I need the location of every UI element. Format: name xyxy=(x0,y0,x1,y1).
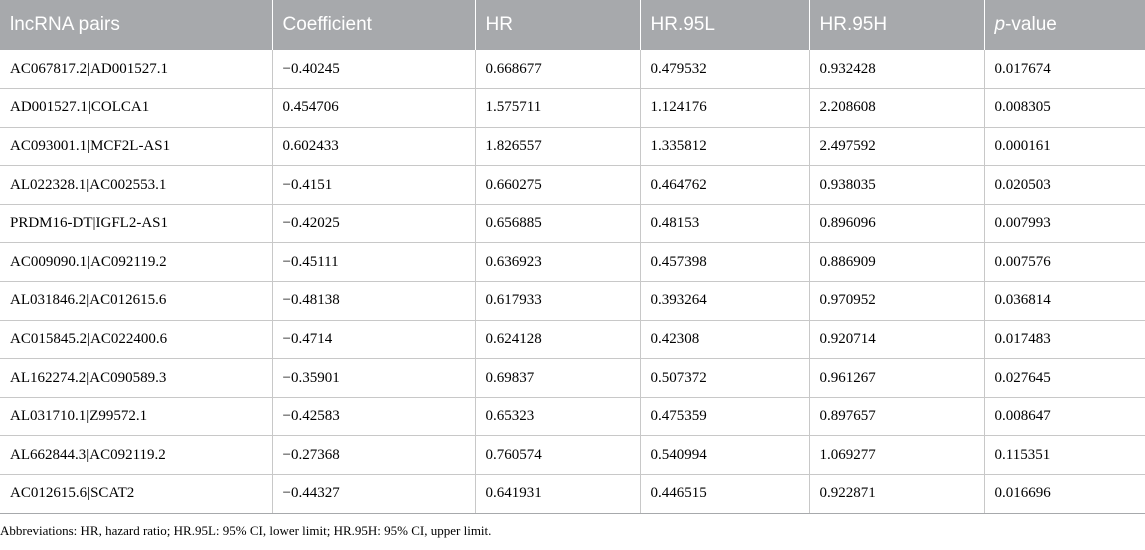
cell-hr95l: 0.540994 xyxy=(639,435,809,476)
cell-hr: 0.69837 xyxy=(474,358,640,398)
header-p-value-italic: p xyxy=(994,14,1006,35)
cell-hr95l: 0.479532 xyxy=(639,50,809,90)
cell-hr95l: 0.475359 xyxy=(639,397,809,437)
cell-hr: 1.826557 xyxy=(474,127,640,167)
cell-hr: 0.668677 xyxy=(474,50,640,90)
cell-p-value: 0.000161 xyxy=(983,127,1145,167)
cell-coefficient: −0.45111 xyxy=(271,242,475,283)
table-row: AC067817.2|AD001527.1 −0.40245 0.668677 0.4… xyxy=(0,50,1145,90)
cell-hr95h: 0.961267 xyxy=(808,358,984,398)
cell-hr: 0.617933 xyxy=(474,281,640,321)
cell-hr: 0.660275 xyxy=(474,165,640,205)
cell-hr: 0.760574 xyxy=(474,435,640,476)
cell-hr95h: 0.932428 xyxy=(808,50,984,90)
cell-lncrna-pair: AC012615.6|SCAT2 xyxy=(0,474,272,514)
cell-hr95h: 0.938035 xyxy=(808,165,984,205)
lncrna-pairs-table: lncRNA pairs Coefficient HR HR.95L HR.95… xyxy=(0,0,1145,514)
table-row: AD001527.1|COLCA1 0.454706 1.575711 1.12417… xyxy=(0,88,1145,128)
cell-coefficient: −0.35901 xyxy=(271,358,475,398)
cell-hr95h: 0.896096 xyxy=(808,204,984,244)
cell-hr: 0.636923 xyxy=(474,242,640,283)
cell-hr95h: 2.497592 xyxy=(808,127,984,167)
cell-lncrna-pair: AL022328.1|AC002553.1 xyxy=(0,165,272,205)
table-row: AL162274.2|AC090589.3 −0.35901 0.69837 0.50… xyxy=(0,358,1145,398)
cell-p-value: 0.007993 xyxy=(983,204,1145,244)
cell-hr95l: 0.393264 xyxy=(639,281,809,321)
table-row: AL662844.3|AC092119.2 −0.27368 0.760574 0.5… xyxy=(0,435,1145,476)
cell-hr95l: 1.124176 xyxy=(639,88,809,128)
cell-lncrna-pair: AC093001.1|MCF2L-AS1 xyxy=(0,127,272,167)
header-hr95h: HR.95H xyxy=(808,0,984,50)
cell-coefficient: 0.602433 xyxy=(271,127,475,167)
table-row: AL022328.1|AC002553.1 −0.4151 0.660275 0.46… xyxy=(0,165,1145,205)
cell-p-value: 0.115351 xyxy=(983,435,1145,476)
cell-hr: 1.575711 xyxy=(474,88,640,128)
table-row: AC015845.2|AC022400.6 −0.4714 0.624128 0.42… xyxy=(0,320,1145,360)
cell-lncrna-pair: AL662844.3|AC092119.2 xyxy=(0,435,272,476)
cell-coefficient: −0.4151 xyxy=(271,165,475,205)
table-body: AC067817.2|AD001527.1 −0.40245 0.668677 0.4… xyxy=(0,50,1145,514)
cell-lncrna-pair: AL162274.2|AC090589.3 xyxy=(0,358,272,398)
cell-hr95l: 0.48153 xyxy=(639,204,809,244)
header-coefficient: Coefficient xyxy=(271,0,475,50)
cell-hr95l: 0.464762 xyxy=(639,165,809,205)
cell-hr95h: 0.920714 xyxy=(808,320,984,360)
cell-coefficient: −0.48138 xyxy=(271,281,475,321)
header-hr95l: HR.95L xyxy=(639,0,809,50)
header-lncrna-pairs: lncRNA pairs xyxy=(10,14,120,35)
table-row: AC012615.6|SCAT2 −0.44327 0.641931 0.446515… xyxy=(0,474,1145,514)
cell-lncrna-pair: PRDM16-DT|IGFL2-AS1 xyxy=(0,204,272,244)
cell-lncrna-pair: AD001527.1|COLCA1 xyxy=(0,88,272,128)
cell-hr95h: 0.922871 xyxy=(808,474,984,514)
cell-coefficient: −0.42583 xyxy=(271,397,475,437)
cell-lncrna-pair: AC009090.1|AC092119.2 xyxy=(0,242,272,283)
cell-hr95h: 0.897657 xyxy=(808,397,984,437)
cell-coefficient: −0.27368 xyxy=(271,435,475,476)
header-row: lncRNA pairs Coefficient HR HR.95L HR.95… xyxy=(0,0,1145,50)
cell-hr95l: 1.335812 xyxy=(639,127,809,167)
cell-coefficient: 0.454706 xyxy=(271,88,475,128)
cell-hr: 0.65323 xyxy=(474,397,640,437)
cell-coefficient: −0.40245 xyxy=(271,50,475,90)
cell-p-value: 0.017674 xyxy=(983,50,1145,90)
header-hr: HR xyxy=(474,0,640,50)
cell-hr95h: 1.069277 xyxy=(808,435,984,476)
cell-p-value: 0.027645 xyxy=(983,358,1145,398)
header-p-value-suffix: -value xyxy=(1005,14,1057,35)
cell-hr95l: 0.457398 xyxy=(639,242,809,283)
cell-hr: 0.641931 xyxy=(474,474,640,514)
table-row: AC009090.1|AC092119.2 −0.45111 0.636923 0.4… xyxy=(0,242,1145,283)
table-footnote: Abbreviations: HR, hazard ratio; HR.95L:… xyxy=(0,523,492,538)
cell-hr95l: 0.446515 xyxy=(639,474,809,514)
table-row: AL031710.1|Z99572.1 −0.42583 0.65323 0.4753… xyxy=(0,397,1145,437)
cell-hr95l: 0.42308 xyxy=(639,320,809,360)
cell-lncrna-pair: AL031710.1|Z99572.1 xyxy=(0,397,272,437)
cell-p-value: 0.007576 xyxy=(983,242,1145,283)
cell-lncrna-pair: AL031846.2|AC012615.6 xyxy=(0,281,272,321)
table-header: lncRNA pairs Coefficient HR HR.95L HR.95… xyxy=(0,0,1145,50)
cell-coefficient: −0.42025 xyxy=(271,204,475,244)
cell-coefficient: −0.4714 xyxy=(271,320,475,360)
header-p-value: p-value xyxy=(983,0,1145,50)
cell-p-value: 0.008647 xyxy=(983,397,1145,437)
cell-hr95l: 0.507372 xyxy=(639,358,809,398)
cell-p-value: 0.017483 xyxy=(983,320,1145,360)
cell-hr95h: 0.970952 xyxy=(808,281,984,321)
cell-hr95h: 0.886909 xyxy=(808,242,984,283)
cell-lncrna-pair: AC015845.2|AC022400.6 xyxy=(0,320,272,360)
table-row: AC093001.1|MCF2L-AS1 0.602433 1.826557 1.33… xyxy=(0,127,1145,167)
table-row: PRDM16-DT|IGFL2-AS1 −0.42025 0.656885 0.481… xyxy=(0,204,1145,244)
cell-lncrna-pair: AC067817.2|AD001527.1 xyxy=(0,50,272,90)
cell-hr: 0.656885 xyxy=(474,204,640,244)
cell-hr95h: 2.208608 xyxy=(808,88,984,128)
table-row: AL031846.2|AC012615.6 −0.48138 0.617933 0.3… xyxy=(0,281,1145,321)
cell-p-value: 0.020503 xyxy=(983,165,1145,205)
cell-p-value: 0.008305 xyxy=(983,88,1145,128)
cell-hr: 0.624128 xyxy=(474,320,640,360)
cell-coefficient: −0.44327 xyxy=(271,474,475,514)
cell-p-value: 0.036814 xyxy=(983,281,1145,321)
cell-p-value: 0.016696 xyxy=(983,474,1145,514)
